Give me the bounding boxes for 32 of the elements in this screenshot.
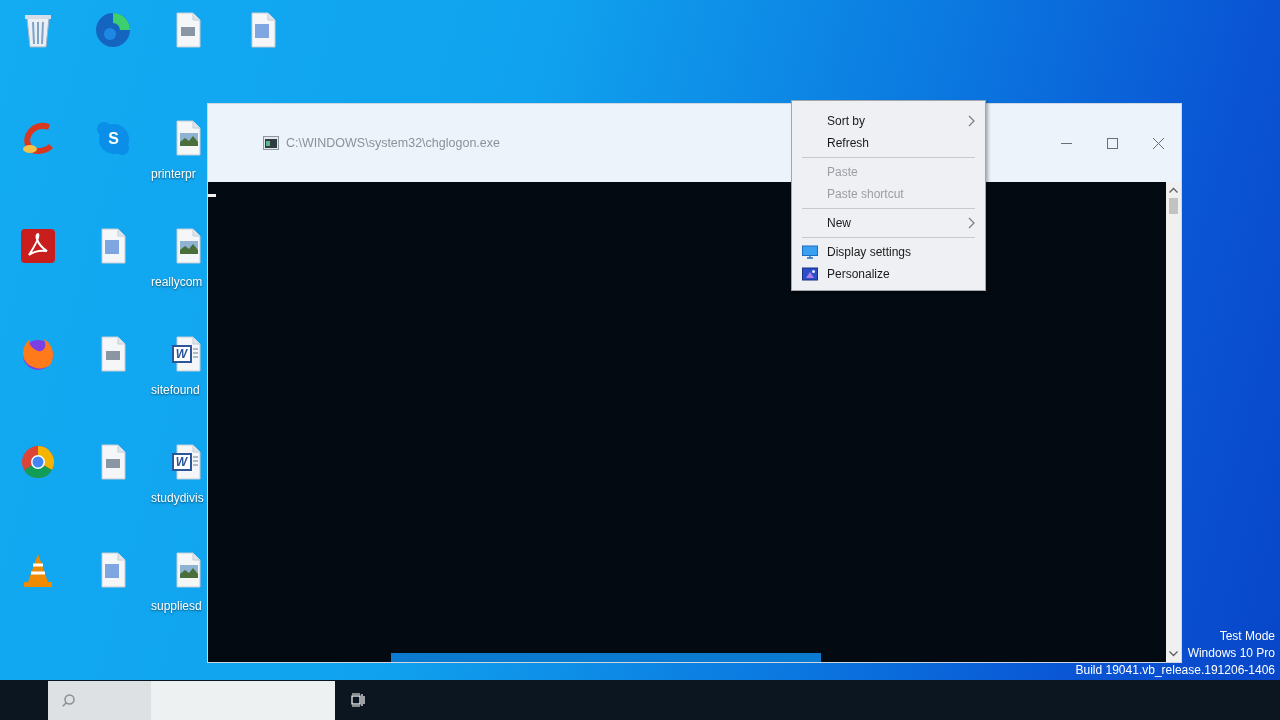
menu-item[interactable]: New (792, 212, 985, 234)
scroll-up-icon[interactable] (1169, 187, 1178, 193)
console-icon (263, 136, 279, 150)
menu-item[interactable]: Display settings (792, 241, 985, 263)
scroll-thumb[interactable] (1169, 198, 1178, 214)
logo-letter: S (107, 130, 120, 148)
close-icon (1152, 137, 1164, 149)
file-name: sitefound (150, 382, 200, 398)
menu-item[interactable]: Personalize (792, 263, 985, 285)
menu-item[interactable]: Refresh (792, 132, 985, 154)
picture-icon (802, 267, 818, 281)
monitor-icon (802, 245, 818, 259)
logo-letter: W (174, 454, 189, 470)
task-view-icon[interactable] (351, 693, 365, 707)
system-watermark-line: Build 19041.vb_release.191206-1406 (1075, 662, 1275, 679)
file-name: reallycom (150, 274, 203, 290)
scroll-down-icon[interactable] (1169, 651, 1178, 657)
file-name: printerpr (150, 166, 196, 182)
window-title: C:\WINDOWS\system32\chglogon.exe (286, 136, 500, 150)
menu-item[interactable]: Sort by (792, 110, 985, 132)
search-icon (62, 693, 75, 707)
system-watermark-line: Test Mode (1219, 628, 1275, 645)
text-cursor (208, 194, 216, 197)
logo-letter: W (174, 346, 189, 362)
search-field[interactable] (48, 680, 335, 720)
system-watermark-line: Windows 10 Pro (1187, 645, 1275, 662)
chevron-icon (968, 115, 975, 127)
file-name: studydivis (150, 490, 204, 506)
file-name: suppliesd (150, 598, 202, 614)
chevron-icon (968, 217, 975, 229)
maximize-icon (1106, 137, 1118, 149)
scrollbar[interactable] (1166, 182, 1181, 662)
